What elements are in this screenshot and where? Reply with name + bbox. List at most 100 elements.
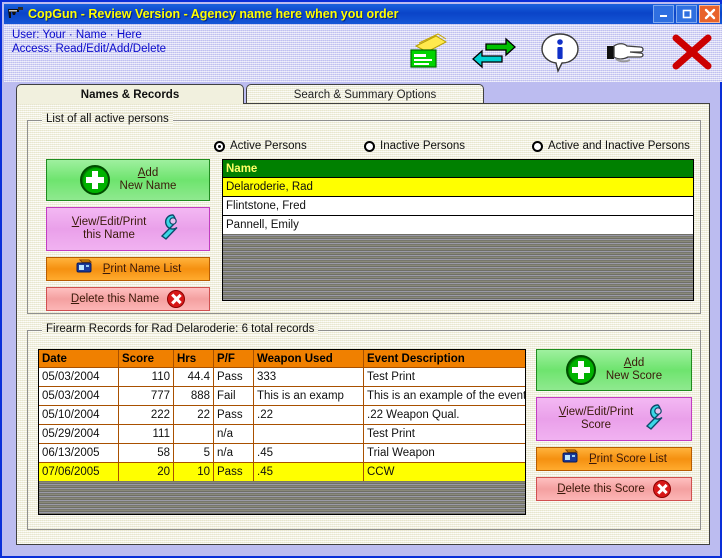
view-edit-print-score-button[interactable]: View/Edit/Print Score	[536, 397, 692, 441]
record-hrs: 44.4	[174, 368, 214, 386]
records-group: Firearm Records for Rad Delaroderie: 6 t…	[27, 323, 701, 530]
gun-icon	[6, 5, 26, 23]
add-new-name-button[interactable]: Add New Name	[46, 159, 210, 201]
view-edit-print-name-button[interactable]: View/Edit/Print this Name	[46, 207, 210, 251]
records-col-date: Date	[39, 350, 119, 367]
tab-panel: List of all active persons Active Person…	[16, 103, 710, 545]
record-hrs	[174, 425, 214, 443]
view-edit-print-name-label: View/Edit/Print this Name	[71, 216, 147, 241]
table-row[interactable]: 07/06/2005 20 10 Pass .45 CCW	[39, 462, 525, 481]
name-cell: Flintstone, Fred	[226, 200, 306, 212]
record-score: 111	[119, 425, 174, 443]
wrench-icon	[154, 212, 184, 246]
record-score: 20	[119, 463, 174, 481]
table-row[interactable]: 05/10/2004 222 22 Pass .22 .22 Weapon Qu…	[39, 405, 525, 424]
record-date: 05/03/2004	[39, 387, 119, 405]
view-edit-print-score-line2: Score	[580, 419, 612, 431]
table-row[interactable]: 05/03/2004 110 44.4 Pass 333 Test Print	[39, 367, 525, 386]
plus-circle-icon	[79, 165, 110, 195]
radio-inactive-persons-label: Inactive Persons	[380, 140, 466, 152]
names-grid-empty-area	[223, 234, 693, 300]
record-score: 58	[119, 444, 174, 462]
persons-group: List of all active persons Active Person…	[27, 113, 701, 314]
records-grid[interactable]: Date Score Hrs P/F Weapon Used Event Des…	[38, 349, 526, 515]
delete-name-button[interactable]: Delete this Name	[46, 287, 210, 311]
exit-x-icon[interactable]	[670, 30, 714, 76]
add-new-score-line2: New Score	[605, 370, 663, 382]
delete-score-button[interactable]: Delete this Score	[536, 477, 692, 501]
table-row[interactable]: 05/29/2004 111 n/a Test Print	[39, 424, 525, 443]
radio-inactive-persons-dot	[364, 140, 375, 152]
wrench-icon	[639, 402, 669, 436]
table-row[interactable]: Delaroderie, Rad	[223, 177, 693, 196]
view-edit-print-score-label: View/Edit/Print Score	[558, 406, 634, 431]
records-grid-empty-area	[39, 481, 525, 514]
record-pf: Fail	[214, 387, 254, 405]
record-event: .22 Weapon Qual.	[367, 409, 460, 421]
records-col-event: Event Description	[367, 353, 465, 365]
info-icon[interactable]	[538, 30, 582, 76]
record-score: 110	[119, 368, 174, 386]
user-line: User: Your · Name · Here	[12, 29, 142, 41]
print-report-icon[interactable]	[406, 30, 450, 76]
record-date: 05/29/2004	[39, 425, 119, 443]
record-date: 07/06/2005	[39, 463, 119, 481]
radio-active-and-inactive-persons-label: Active and Inactive Persons	[548, 140, 690, 152]
record-date: 05/10/2004	[39, 406, 119, 424]
delete-score-label: Delete this Score	[557, 482, 645, 495]
table-row[interactable]: Pannell, Emily	[223, 215, 693, 234]
record-hrs: 22	[174, 406, 214, 424]
table-row[interactable]: 06/13/2005 58 5 n/a .45 Trial Weapon	[39, 443, 525, 462]
record-hrs: 5	[174, 444, 214, 462]
print-name-list-button[interactable]: Print Name List	[46, 257, 210, 281]
name-cell: Delaroderie, Rad	[226, 181, 313, 193]
table-row[interactable]: Flintstone, Fred	[223, 196, 693, 215]
record-score: 222	[119, 406, 174, 424]
close-button[interactable]	[699, 5, 720, 23]
add-new-name-label: Add New Name	[120, 167, 177, 193]
record-weapon: 333	[254, 368, 364, 386]
record-weapon: .45	[254, 444, 364, 462]
record-score: 777	[119, 387, 174, 405]
printer-icon	[561, 449, 581, 469]
radio-active-persons-dot	[214, 140, 225, 152]
record-weapon: .22	[254, 406, 364, 424]
tab-search-summary[interactable]: Search & Summary Options	[246, 84, 484, 104]
maximize-button[interactable]	[676, 5, 697, 23]
print-score-list-button[interactable]: Print Score List	[536, 447, 692, 471]
print-name-list-label: Print Name List	[102, 262, 182, 275]
table-row[interactable]: 05/03/2004 777 888 Fail This is an examp…	[39, 386, 525, 405]
add-new-score-button[interactable]: Add New Score	[536, 349, 692, 391]
tab-search-summary-label: Search & Summary Options	[293, 88, 437, 101]
records-col-weapon: Weapon Used	[254, 350, 364, 367]
pointing-hand-icon[interactable]	[604, 30, 648, 76]
radio-active-persons[interactable]: Active Persons	[214, 137, 364, 155]
switch-arrows-icon[interactable]	[472, 30, 516, 76]
records-group-legend: Firearm Records for Rad Delaroderie: 6 t…	[42, 323, 319, 335]
records-col-pf: P/F	[214, 350, 254, 367]
window-title: CopGun - Review Version - Agency name he…	[28, 7, 399, 21]
user-info: User: Your · Name · Here Access: Read/Ed…	[12, 28, 166, 56]
record-pf: n/a	[214, 444, 254, 462]
record-hrs: 888	[174, 387, 214, 405]
record-weapon	[254, 425, 364, 443]
radio-active-and-inactive-persons[interactable]: Active and Inactive Persons	[532, 137, 690, 155]
tab-names-records-label: Names & Records	[80, 88, 180, 101]
header-bar: User: Your · Name · Here Access: Read/Ed…	[4, 24, 722, 82]
record-weapon: This is an examp	[254, 387, 364, 405]
tab-names-records[interactable]: Names & Records	[16, 84, 244, 104]
print-score-list-label: Print Score List	[589, 452, 667, 465]
minimize-button[interactable]	[653, 5, 674, 23]
plus-circle-icon	[565, 355, 596, 385]
names-grid[interactable]: Name Delaroderie, Rad Flintstone, Fred P…	[222, 159, 694, 301]
record-event: Trial Weapon	[367, 447, 435, 459]
persons-group-legend: List of all active persons	[42, 113, 173, 125]
radio-inactive-persons[interactable]: Inactive Persons	[364, 137, 532, 155]
x-circle-icon	[652, 480, 671, 498]
radio-active-and-inactive-persons-dot	[532, 140, 543, 152]
delete-score-accel: D	[557, 482, 566, 495]
records-grid-header: Date Score Hrs P/F Weapon Used Event Des…	[39, 350, 525, 367]
toolbar	[406, 28, 714, 78]
record-hrs: 10	[174, 463, 214, 481]
title-bar: CopGun - Review Version - Agency name he…	[4, 4, 722, 24]
